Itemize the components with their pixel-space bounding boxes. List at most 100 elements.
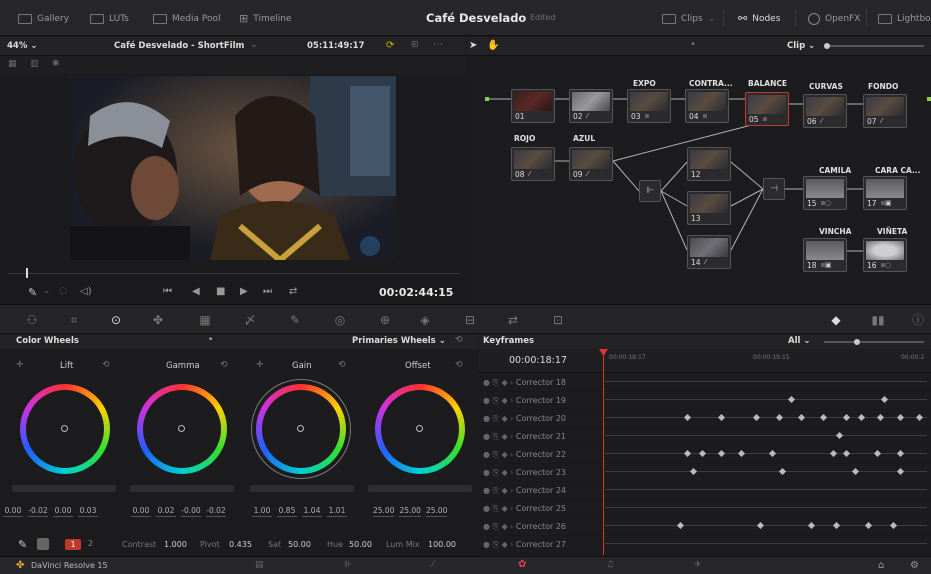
output-pin[interactable] (927, 97, 931, 101)
keyframe-marker[interactable] (797, 413, 806, 422)
zoom-dropdown[interactable]: 44% ⌄ (7, 41, 37, 51)
audio-icon[interactable]: ◁) (80, 286, 92, 297)
auto-color-icon[interactable] (37, 538, 49, 550)
loop-icon[interactable]: ⇄ (289, 286, 297, 297)
lift-y-value[interactable]: 0.00 (3, 506, 23, 517)
keyframe-marker[interactable] (807, 521, 815, 530)
media-pool-button[interactable]: Media Pool (153, 11, 221, 26)
auto-balance-icon[interactable]: ✎ (18, 538, 27, 551)
sizing-icon[interactable]: ⇄ (505, 312, 521, 328)
lightbox-button[interactable]: Lightbox (878, 11, 931, 26)
window-icon[interactable]: ◎ (332, 312, 348, 328)
picker-icon[interactable]: ✎ (28, 286, 37, 299)
reverse-play-icon[interactable]: ◀ (192, 286, 200, 297)
keyframe-track[interactable] (605, 395, 927, 404)
keyframe-track[interactable] (605, 431, 927, 440)
luts-button[interactable]: LUTs (90, 11, 129, 26)
keyframe-track[interactable] (605, 521, 927, 530)
keyframe-marker[interactable] (877, 413, 885, 422)
node-15[interactable]: 15 ıı◌ (803, 176, 847, 210)
highlight-toggle-icon[interactable]: ◌ (59, 286, 67, 296)
node-02[interactable]: 02 ⁄ (569, 89, 613, 123)
reset-icon[interactable]: ⟲ (455, 360, 463, 370)
node-04[interactable]: 04 ıı (685, 89, 729, 123)
keyframe-marker[interactable] (788, 395, 796, 404)
keyframe-marker[interactable] (718, 449, 726, 458)
offset-wheel-handle[interactable] (416, 425, 423, 432)
media-page-icon[interactable]: ▤ (255, 560, 264, 570)
gain-r-value[interactable]: 0.85 (277, 506, 297, 517)
page-1-button[interactable]: 1 (65, 539, 81, 550)
node-16[interactable]: 16 ıı◌ (863, 238, 907, 272)
row-controls-icon[interactable]: ● ⎘ ◆ › (483, 414, 516, 423)
keyframe-zoom-slider[interactable] (824, 339, 924, 345)
keyframe-row[interactable]: ● ⎘ ◆ › Corrector 21 (479, 428, 931, 446)
keyframe-marker[interactable] (896, 467, 904, 476)
color-page-icon[interactable]: ✿ (518, 559, 526, 570)
fairlight-page-icon[interactable]: ♫ (606, 560, 614, 570)
nodes-button[interactable]: ⚯ Nodes (738, 11, 780, 26)
color-match-icon[interactable]: ⌗ (66, 312, 82, 328)
curves-icon[interactable]: 〆 (242, 312, 258, 328)
keyframe-marker[interactable] (836, 431, 844, 440)
node-08[interactable]: 08 ⁄ (511, 147, 555, 181)
row-controls-icon[interactable]: ● ⎘ ◆ › (483, 504, 516, 513)
tracker-icon[interactable]: ⊕ (377, 312, 393, 328)
chevron-down-icon[interactable]: ⌄ (250, 40, 258, 50)
row-controls-icon[interactable]: ● ⎘ ◆ › (483, 468, 516, 477)
input-pin[interactable] (485, 97, 489, 101)
node-05-selected[interactable]: 05 ıı (745, 92, 789, 126)
keyframe-track[interactable] (605, 467, 927, 476)
node-zoom-dot[interactable]: • (690, 39, 696, 50)
gamma-g-value[interactable]: -0.00 (181, 506, 201, 517)
node-09[interactable]: 09 ⁄ (569, 147, 613, 181)
parallel-mixer-node[interactable]: ⊩ (639, 180, 661, 202)
home-icon[interactable]: ⌂ (878, 560, 884, 571)
edit-page-icon[interactable]: ⊪ (344, 560, 352, 570)
keyframe-track[interactable] (605, 507, 927, 511)
highlight-icon[interactable]: ✱ (52, 59, 60, 69)
gamma-y-value[interactable]: 0.00 (131, 506, 151, 517)
clips-button[interactable]: Clips ⌄ (662, 11, 715, 26)
timeline-button[interactable]: ⊞ Timeline (239, 11, 292, 26)
gamma-master-wheel[interactable] (130, 485, 234, 492)
play-icon[interactable]: ▶ (240, 286, 248, 297)
hue-value[interactable]: 50.00 (349, 540, 372, 549)
gain-g-value[interactable]: 1.04 (302, 506, 322, 517)
lift-r-value[interactable]: -0.02 (28, 506, 48, 517)
keyframe-marker[interactable] (737, 449, 745, 458)
wheel-mode-dropdown[interactable]: Primaries Wheels ⌄ (352, 336, 446, 346)
keyframe-marker[interactable] (683, 449, 691, 458)
more-icon[interactable]: ⋯ (433, 39, 443, 50)
row-controls-icon[interactable]: ● ⎘ ◆ › (483, 432, 516, 441)
lift-master-wheel[interactable] (12, 485, 116, 492)
keyframe-track[interactable] (605, 543, 927, 547)
reset-icon[interactable]: ⟲ (102, 360, 110, 370)
keyframe-row[interactable]: ● ⎘ ◆ › Corrector 18 (479, 374, 931, 392)
keyframe-marker[interactable] (753, 413, 761, 422)
lift-g-value[interactable]: 0.00 (53, 506, 73, 517)
keyframe-marker[interactable] (842, 449, 850, 458)
contrast-value[interactable]: 1.000 (164, 540, 187, 549)
gain-wheel-handle[interactable] (297, 425, 304, 432)
settings-icon[interactable]: ⚙ (910, 560, 919, 571)
keyframe-marker[interactable] (896, 449, 904, 458)
keyframe-marker[interactable] (775, 413, 783, 422)
keyframe-marker[interactable] (769, 449, 777, 458)
node-07[interactable]: 07 ⁄ (863, 94, 907, 128)
gang-icon[interactable]: ⟳ (386, 40, 394, 51)
gain-master-wheel[interactable] (250, 485, 354, 492)
keyframe-track[interactable] (605, 449, 927, 458)
pointer-tool-icon[interactable]: ➤ (469, 40, 477, 51)
keyframe-playhead[interactable] (603, 349, 604, 555)
camera-raw-icon[interactable]: ⚇ (24, 312, 40, 328)
keyframe-row[interactable]: ● ⎘ ◆ › Corrector 19 (479, 392, 931, 410)
node-zoom-slider[interactable] (824, 43, 924, 49)
gamma-b-value[interactable]: -0.02 (206, 506, 226, 517)
keyframe-marker[interactable] (683, 413, 691, 422)
blur-icon[interactable]: ◈ (417, 312, 433, 328)
stop-icon[interactable]: ■ (216, 286, 225, 297)
row-controls-icon[interactable]: ● ⎘ ◆ › (483, 522, 516, 531)
node-12[interactable]: 12 (687, 147, 731, 181)
row-controls-icon[interactable]: ● ⎘ ◆ › (483, 396, 516, 405)
